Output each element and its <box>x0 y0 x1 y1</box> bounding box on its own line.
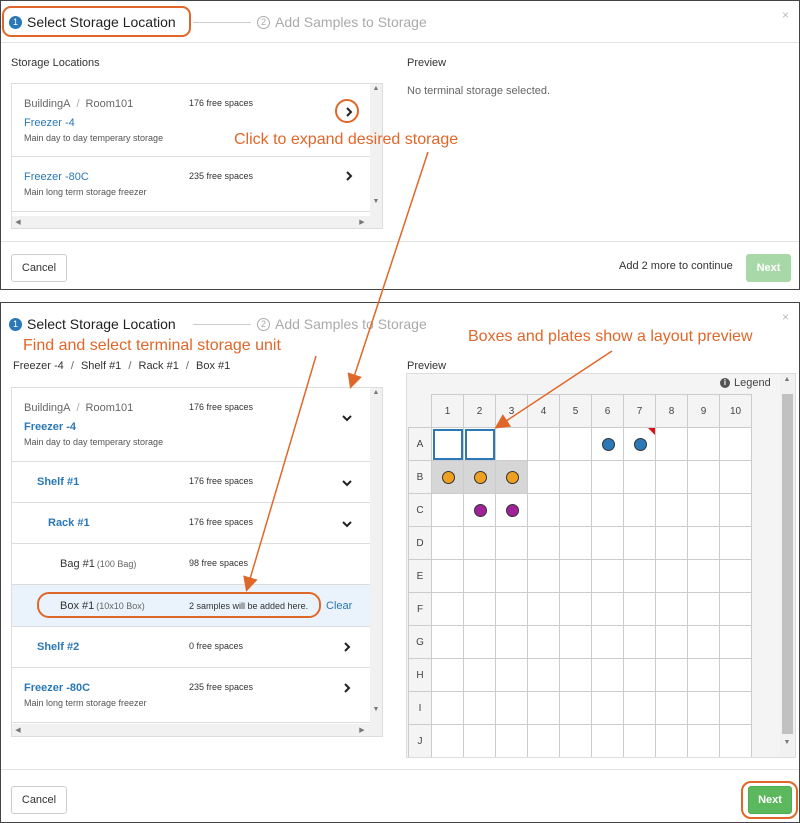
arrow-find-to-box <box>243 355 317 592</box>
arrow-layout-to-grid <box>494 350 613 429</box>
annotation-arrows <box>243 151 613 592</box>
arrow-expand-to-tree <box>347 151 429 389</box>
